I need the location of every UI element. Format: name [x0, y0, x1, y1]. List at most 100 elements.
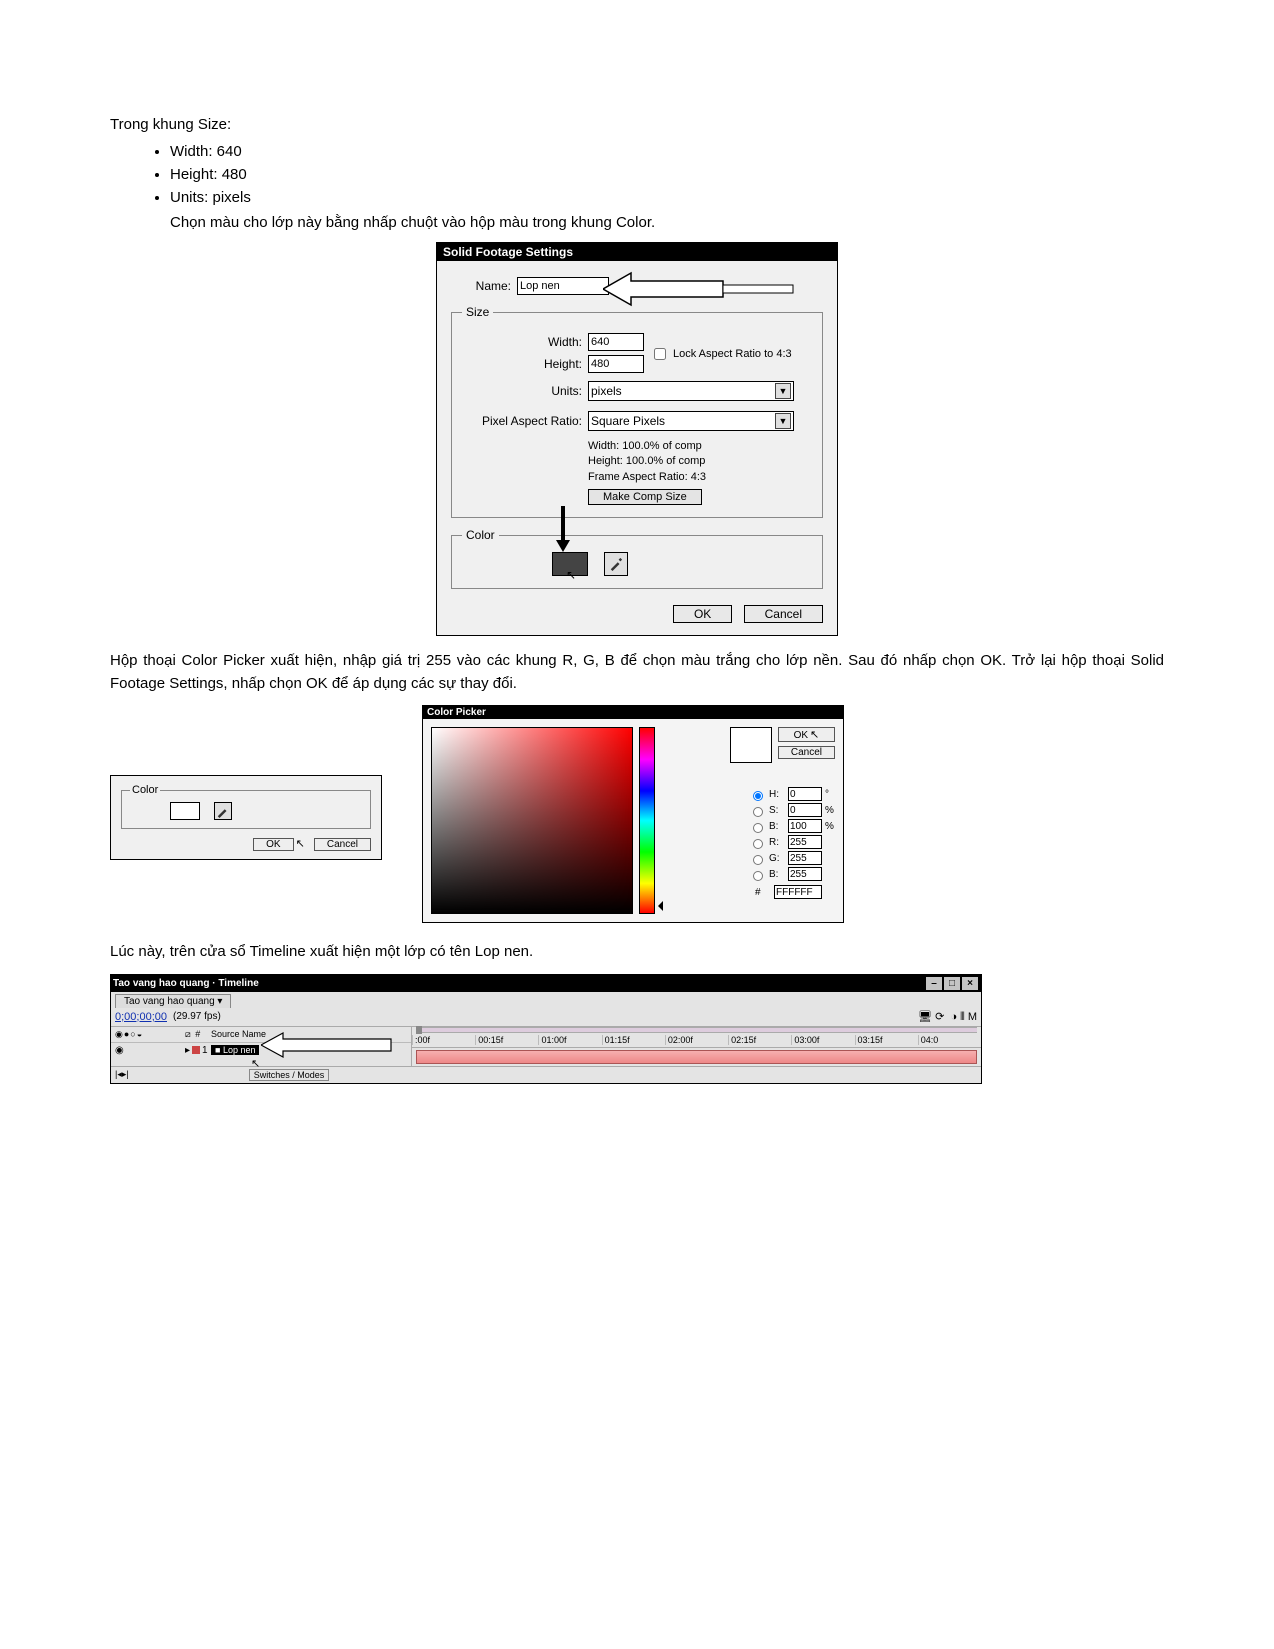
bullet-units: Units: pixels [170, 189, 1164, 206]
s-radio[interactable] [753, 807, 763, 817]
color-legend: Color [462, 528, 499, 542]
par-label: Pixel Aspect Ratio: [462, 414, 582, 428]
info-width: Width: 100.0% of comp [588, 439, 812, 454]
g-input[interactable] [788, 851, 822, 865]
mini-cancel-button[interactable]: Cancel [314, 838, 371, 851]
hex-label: # [755, 887, 771, 898]
zoom-handle-icon[interactable]: |◂▸| [115, 1069, 129, 1080]
eyedropper-button[interactable] [604, 552, 628, 576]
ruler-tick: :00f [412, 1035, 475, 1045]
layer-index: 1 [202, 1045, 208, 1056]
picker-ok-button[interactable]: OK↖ [778, 727, 835, 742]
sv-field[interactable] [431, 727, 633, 914]
b-input[interactable] [788, 819, 822, 833]
b-unit: % [825, 821, 835, 832]
r-input[interactable] [788, 835, 822, 849]
ruler-tick: 01:15f [602, 1035, 665, 1045]
info-height: Height: 100.0% of comp [588, 454, 812, 469]
hex-input[interactable] [774, 885, 822, 899]
av-columns-icon: ◉●○◒ [115, 1029, 185, 1040]
s-label: S: [769, 805, 785, 816]
par-select[interactable]: Square Pixels ▼ [588, 411, 794, 431]
down-arrow-icon [556, 506, 570, 552]
h-radio[interactable] [753, 791, 763, 801]
s-input[interactable] [788, 803, 822, 817]
ruler-tick: 03:15f [855, 1035, 918, 1045]
units-value: pixels [591, 384, 622, 398]
b-radio[interactable] [753, 823, 763, 833]
layer-duration-bar[interactable] [416, 1050, 977, 1064]
ruler-tick: 03:00f [791, 1035, 854, 1045]
h-label: H: [769, 789, 785, 800]
dialog-title: Solid Footage Settings [437, 243, 837, 261]
para-color-picker: Hộp thoại Color Picker xuất hiện, nhập g… [110, 650, 1164, 695]
ruler-tick: 04:0 [918, 1035, 981, 1045]
chevron-down-icon: ▼ [775, 383, 791, 399]
table-row[interactable]: ◉ ▸ 1 ■ Lop nen [111, 1043, 411, 1058]
timeline-title: Tao vang hao quang · Timeline [113, 978, 259, 989]
b2-label: B: [769, 869, 785, 880]
units-label: Units: [462, 384, 582, 398]
para-timeline: Lúc này, trên cửa sổ Timeline xuất hiện … [110, 941, 1164, 964]
mini-color-panel: Color OK↖ Cancel [110, 775, 382, 860]
size-group: Size Width: Height: Lo [451, 305, 823, 518]
maximize-icon[interactable]: □ [943, 976, 961, 991]
row-av-icons: ◉ [115, 1045, 185, 1056]
timecode[interactable]: 0;00;00;00 [115, 1011, 167, 1023]
size-bullets: Width: 640 Height: 480 Units: pixels [170, 143, 1164, 206]
color-picker-dialog: Color Picker OK↖ Cancel H:° S:% [422, 705, 844, 923]
name-input[interactable] [517, 277, 609, 295]
ruler-tick: 02:15f [728, 1035, 791, 1045]
ruler-tick: 02:00f [665, 1035, 728, 1045]
intro-text: Trong khung Size: [110, 114, 1164, 137]
ruler-tick: 01:00f [538, 1035, 601, 1045]
hint-arrow-icon [603, 271, 803, 307]
height-input[interactable] [588, 355, 644, 373]
solid-settings-dialog: Solid Footage Settings Name: Size Width: [436, 242, 838, 636]
ruler-tick: 00:15f [475, 1035, 538, 1045]
eyedropper-icon [609, 557, 623, 571]
switches-modes-button[interactable]: Switches / Modes [249, 1069, 330, 1081]
close-icon[interactable]: × [961, 976, 979, 991]
layer-name: ■ Lop nen [211, 1045, 259, 1055]
picker-cancel-button[interactable]: Cancel [778, 746, 835, 759]
time-ruler[interactable]: :00f 00:15f 01:00f 01:15f 02:00f 02:15f … [412, 1033, 981, 1048]
comp-tab[interactable]: Tao vang hao quang ▾ [115, 994, 231, 1008]
width-input[interactable] [588, 333, 644, 351]
mini-color-legend: Color [130, 784, 160, 796]
cancel-button[interactable]: Cancel [744, 605, 823, 623]
b2-input[interactable] [788, 867, 822, 881]
units-select[interactable]: pixels ▼ [588, 381, 794, 401]
r-radio[interactable] [753, 839, 763, 849]
para-choose-color: Chọn màu cho lớp này bằng nhấp chuột vào… [170, 212, 1164, 235]
preview-swatch [730, 727, 772, 763]
mini-eyedropper-button[interactable] [214, 802, 232, 820]
source-name-header: Source Name [211, 1029, 331, 1039]
width-label: Width: [462, 335, 582, 349]
mini-color-group: Color [121, 784, 371, 829]
minimize-icon[interactable]: – [925, 976, 943, 991]
h-unit: ° [825, 789, 835, 800]
chevron-down-icon: ▼ [775, 413, 791, 429]
layer-color-icon [192, 1046, 200, 1054]
lock-aspect-label: Lock Aspect Ratio to 4:3 [673, 348, 792, 360]
timeline-tool-icons: 🖥 ⟳ ◑ ⫴ M [918, 1010, 977, 1024]
bullet-width: Width: 640 [170, 143, 1164, 160]
size-legend: Size [462, 305, 493, 319]
color-group: Color ↖ [451, 528, 823, 589]
b2-radio[interactable] [753, 871, 763, 881]
mini-color-swatch[interactable] [170, 802, 200, 820]
ok-button[interactable]: OK [673, 605, 732, 623]
name-label: Name: [451, 279, 511, 293]
make-comp-size-button[interactable]: Make Comp Size [588, 489, 702, 505]
hue-slider[interactable] [639, 727, 655, 914]
h-input[interactable] [788, 787, 822, 801]
info-frame: Frame Aspect Ratio: 4:3 [588, 470, 812, 485]
lock-aspect-checkbox[interactable] [654, 348, 666, 360]
expand-icon[interactable]: ▸ [185, 1045, 190, 1056]
eyedropper-icon [216, 804, 230, 818]
bullet-height: Height: 480 [170, 166, 1164, 183]
mini-ok-button[interactable]: OK [253, 838, 293, 851]
g-radio[interactable] [753, 855, 763, 865]
fps-label: (29.97 fps) [173, 1011, 221, 1022]
